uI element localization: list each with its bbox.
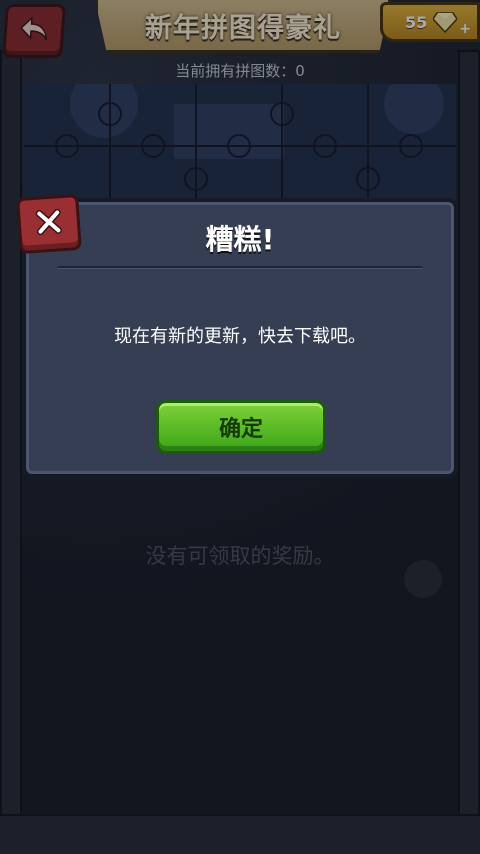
dialog-title: 糟糕! [205,223,275,256]
dialog-divider [58,266,422,268]
confirm-button-label: 确定 [218,417,263,442]
dialog-message: 现在有新的更新，快去下载吧。 [114,326,366,347]
close-button[interactable] [16,193,82,255]
confirm-button[interactable]: 确定 [156,400,326,454]
close-x-icon [35,208,63,240]
alert-dialog: 糟糕! 现在有新的更新，快去下载吧。 确定 [16,193,458,478]
